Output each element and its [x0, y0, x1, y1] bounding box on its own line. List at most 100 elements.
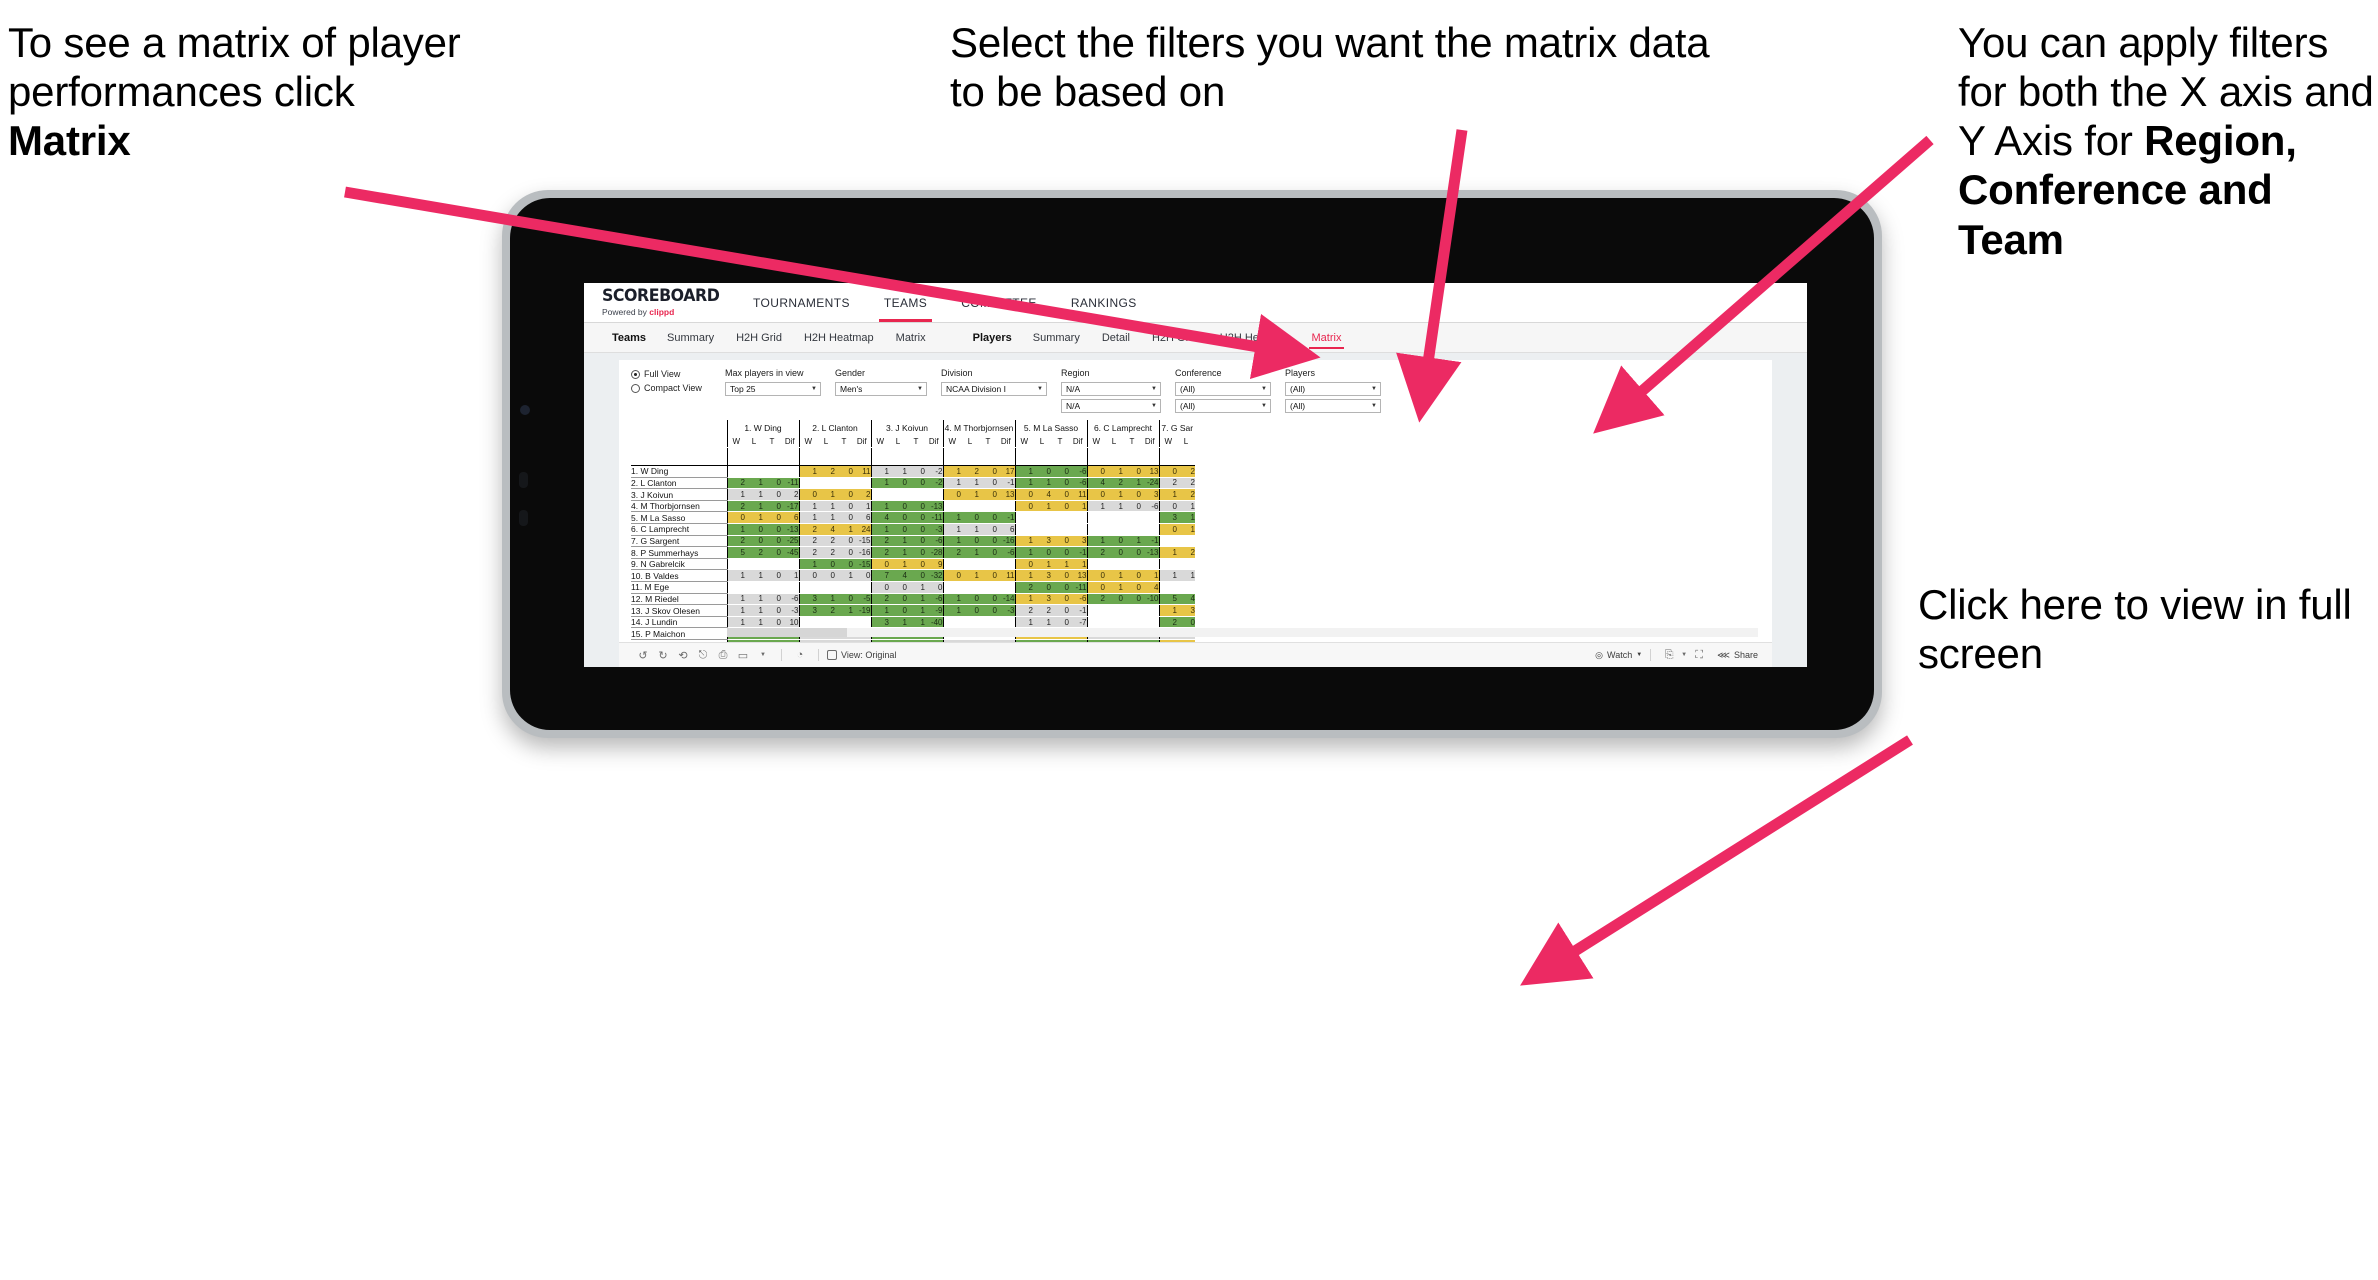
matrix-cell[interactable]: 1 [745, 488, 763, 501]
redo-icon[interactable]: ↻ [653, 649, 673, 662]
matrix-cell[interactable]: 1 [1069, 558, 1087, 571]
matrix-column-header[interactable]: 5. M La Sasso [1014, 420, 1087, 436]
matrix-cell[interactable]: 1 [1105, 465, 1123, 478]
filter-region-select-y[interactable]: N/A ▼ [1061, 399, 1161, 413]
matrix-cell[interactable]: 0 [907, 477, 925, 490]
matrix-cell[interactable] [907, 488, 925, 501]
matrix-cell[interactable] [1086, 604, 1105, 617]
revert-icon[interactable]: ⟲ [673, 649, 693, 662]
matrix-cell[interactable]: 1 [1033, 616, 1051, 629]
matrix-cell[interactable]: -32 [925, 569, 943, 583]
matrix-cell[interactable]: -17 [781, 500, 799, 513]
matrix-cell[interactable] [1141, 523, 1159, 536]
matrix-cell[interactable]: 1 [1177, 523, 1195, 536]
matrix-cell[interactable] [853, 616, 871, 629]
matrix-cell[interactable]: 1 [1158, 604, 1177, 617]
matrix-cell[interactable]: 0 [942, 569, 961, 583]
matrix-cell[interactable]: 1 [942, 535, 961, 548]
matrix-cell[interactable]: 0 [763, 523, 781, 536]
matrix-cell[interactable]: 0 [726, 511, 745, 525]
matrix-cell[interactable]: 0 [1086, 581, 1105, 594]
matrix-row-label[interactable]: 1. W Ding [631, 465, 727, 478]
matrix-cell[interactable]: 0 [835, 593, 853, 606]
matrix-cell[interactable]: 0 [1105, 593, 1123, 606]
matrix-cell[interactable]: 4 [1177, 593, 1195, 606]
matrix-row[interactable]: 5. M La Sasso 0 1 0 6 1 1 0 6 4 0 0 -11 1 0 0 -1 3 1 [631, 511, 1195, 525]
matrix-cell[interactable]: 0 [907, 569, 925, 583]
matrix-cell[interactable]: 0 [763, 511, 781, 525]
matrix-cell[interactable]: 0 [979, 546, 997, 559]
matrix-cell[interactable]: -16 [853, 546, 871, 559]
matrix-cell[interactable]: 2 [1177, 465, 1195, 478]
matrix-cell[interactable]: 0 [1051, 581, 1069, 594]
matrix-cell[interactable]: 1 [1123, 535, 1141, 548]
matrix-cell[interactable]: 0 [817, 569, 835, 583]
matrix-cell[interactable] [1123, 523, 1141, 536]
matrix-cell[interactable]: 0 [979, 523, 997, 536]
matrix-row[interactable]: 13. J Skov Olesen 1 1 0 -3 3 2 1 -19 1 0 1 -9 1 0 0 -3 2 2… [631, 604, 1195, 617]
matrix-row-label[interactable]: 12. M Riedel [631, 593, 727, 606]
subnav-teams-h2h-heatmap[interactable]: H2H Heatmap [793, 323, 885, 352]
matrix-cell[interactable]: -1 [1141, 535, 1159, 548]
matrix-cell[interactable]: -6 [1141, 500, 1159, 513]
matrix-cell[interactable]: 2 [1158, 477, 1177, 490]
matrix-cell[interactable]: -13 [781, 523, 799, 536]
matrix-cell[interactable]: 1 [907, 604, 925, 617]
matrix-cell[interactable]: 1 [1158, 569, 1177, 583]
matrix-cell[interactable]: 2 [1177, 546, 1195, 559]
matrix-cell[interactable] [942, 616, 961, 629]
matrix-cell[interactable]: 0 [979, 535, 997, 548]
matrix-cell[interactable]: 0 [835, 546, 853, 559]
matrix-cell[interactable] [1158, 581, 1177, 594]
matrix-cell[interactable]: -14 [997, 593, 1015, 606]
matrix-cell[interactable]: 0 [745, 535, 763, 548]
matrix-cell[interactable]: 1 [1014, 569, 1033, 583]
matrix-cell[interactable]: -1 [1069, 604, 1087, 617]
radio-compact-view[interactable]: Compact View [631, 383, 715, 393]
matrix-cell[interactable]: 1 [1141, 569, 1159, 583]
matrix-cell[interactable] [1033, 523, 1051, 536]
matrix-cell[interactable]: 0 [835, 511, 853, 525]
matrix-cell[interactable]: -19 [853, 604, 871, 617]
matrix-cell[interactable]: -40 [925, 616, 943, 629]
matrix-cell[interactable]: 1 [942, 477, 961, 490]
matrix-cell[interactable]: 0 [763, 604, 781, 617]
volume-up-button[interactable] [519, 472, 528, 488]
matrix-cell[interactable]: -11 [781, 477, 799, 490]
matrix-cell[interactable]: 4 [1141, 581, 1159, 594]
matrix-cell[interactable] [1141, 558, 1159, 571]
matrix-cell[interactable]: 0 [1051, 616, 1069, 629]
matrix-cell[interactable]: 1 [870, 604, 889, 617]
matrix-cell[interactable]: 2 [798, 546, 817, 559]
horizontal-scrollbar[interactable] [727, 628, 1758, 637]
matrix-cell[interactable]: 1 [1014, 593, 1033, 606]
radio-full-view[interactable]: Full View [631, 369, 715, 379]
matrix-cell[interactable] [835, 616, 853, 629]
matrix-cell[interactable] [997, 616, 1015, 629]
matrix-cell[interactable]: 1 [835, 604, 853, 617]
matrix-column-header[interactable]: 4. M Thorbjornsen [942, 420, 1015, 436]
matrix-row-label[interactable]: 7. G Sargent [631, 535, 727, 548]
matrix-cell[interactable]: 1 [1105, 569, 1123, 583]
filter-players-select-x[interactable]: (All) ▼ [1285, 382, 1381, 396]
matrix-cell[interactable]: 0 [961, 604, 979, 617]
matrix-cell[interactable]: 1 [798, 465, 817, 478]
matrix-cell[interactable]: 1 [1105, 581, 1123, 594]
matrix-cell[interactable]: 0 [979, 593, 997, 606]
matrix-cell[interactable]: 0 [1105, 546, 1123, 559]
filter-conference-select-x[interactable]: (All) ▼ [1175, 382, 1271, 396]
matrix-cell[interactable]: 0 [1158, 523, 1177, 536]
matrix-cell[interactable]: 0 [763, 500, 781, 513]
matrix-cell[interactable] [961, 581, 979, 594]
matrix-cell[interactable]: 0 [1123, 488, 1141, 501]
matrix-cell[interactable]: 1 [726, 523, 745, 536]
matrix-cell[interactable]: -1 [1069, 546, 1087, 559]
matrix-row[interactable]: 1. W Ding 1 2 0 11 1 1 0 -2 1 2 0 17 1 0 0 -6 0 1 0 13 0 2 [631, 465, 1195, 478]
matrix-cell[interactable]: 1 [817, 593, 835, 606]
matrix-row[interactable]: 6. C Lamprecht 1 0 0 -13 2 4 1 24 1 0 0 -3 1 1 0 6 0 1 [631, 523, 1195, 536]
matrix-cell[interactable] [726, 558, 745, 571]
matrix-cell[interactable]: 1 [1069, 500, 1087, 513]
matrix-cell[interactable] [1105, 604, 1123, 617]
topnav-item-rankings[interactable]: RANKINGS [1054, 283, 1154, 322]
matrix-cell[interactable] [1177, 558, 1195, 571]
